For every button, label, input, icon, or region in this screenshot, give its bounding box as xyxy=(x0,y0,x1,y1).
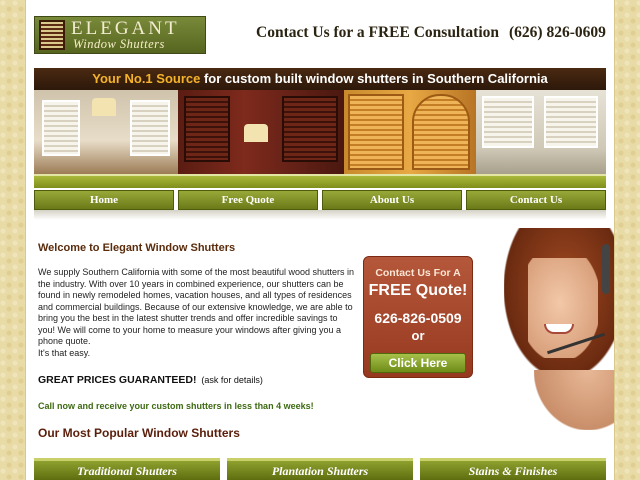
banner-tagline: Your No.1 Source for custom built window… xyxy=(34,68,606,90)
price-guarantee: GREAT PRICES GUARANTEED! (ask for detail… xyxy=(38,374,338,386)
banner-photo-amber-shutters xyxy=(344,90,476,174)
agent-shoulder xyxy=(534,370,614,430)
quote-box-phone: 626-826-0509 xyxy=(374,310,462,326)
window-shutter-graphic xyxy=(42,100,80,156)
agent-face xyxy=(528,258,598,358)
window-shutter-graphic xyxy=(184,96,230,162)
nav-shadow xyxy=(34,210,606,220)
free-quote-box: Contact Us For A FREE Quote! 626-826-050… xyxy=(363,256,473,378)
arched-shutter-graphic xyxy=(412,94,470,170)
window-shutter-graphic xyxy=(348,94,404,170)
banner-stripe xyxy=(34,174,606,188)
page-container: ELEGANT Window Shutters Contact Us for a… xyxy=(26,0,614,480)
headset-icon xyxy=(602,244,610,294)
window-shutter-graphic xyxy=(544,96,598,148)
quote-box-line1: Contact Us For A xyxy=(375,267,461,279)
customer-service-photo xyxy=(484,224,614,430)
intro-text: We supply Southern California with some … xyxy=(38,267,354,346)
header-contact: Contact Us for a FREE Consultation (626) … xyxy=(256,24,608,42)
call-now-text: Call now and receive your custom shutter… xyxy=(38,401,314,411)
banner-photo-white-shutters xyxy=(34,90,178,174)
category-plantation-shutters[interactable]: Plantation Shutters xyxy=(227,458,413,480)
category-traditional-shutters[interactable]: Traditional Shutters xyxy=(34,458,220,480)
intro-paragraph: We supply Southern California with some … xyxy=(38,267,356,359)
banner-photo-kitchen-shutters xyxy=(476,90,606,174)
popular-shutters-heading: Our Most Popular Window Shutters xyxy=(38,426,240,440)
nav-home[interactable]: Home xyxy=(34,190,174,210)
category-stains-finishes[interactable]: Stains & Finishes xyxy=(420,458,606,480)
guarantee-text: GREAT PRICES GUARANTEED! xyxy=(38,374,197,386)
intro-easy: It's that easy. xyxy=(38,347,91,358)
quote-box-line2: FREE Quote! xyxy=(368,282,468,299)
contact-phone: (626) 826-0609 xyxy=(509,24,606,41)
shutter-logo-icon xyxy=(39,20,65,50)
welcome-heading: Welcome to Elegant Window Shutters xyxy=(38,242,236,254)
window-shutter-graphic xyxy=(482,96,534,148)
window-shutter-graphic xyxy=(282,96,338,162)
contact-text: Contact Us for a FREE Consultation xyxy=(256,24,499,41)
logo[interactable]: ELEGANT Window Shutters xyxy=(34,16,206,54)
hero-banner: Your No.1 Source for custom built window… xyxy=(34,68,606,174)
logo-subtitle: Window Shutters xyxy=(73,37,165,51)
banner-photo-dark-shutters xyxy=(178,90,344,174)
tagline-rest: for custom built window shutters in Sout… xyxy=(200,71,548,86)
nav-contact-us[interactable]: Contact Us xyxy=(466,190,606,210)
quote-box-or: or xyxy=(411,328,425,343)
window-shutter-graphic xyxy=(130,100,170,156)
lamp-graphic xyxy=(244,124,268,142)
main-nav: Home Free Quote About Us Contact Us xyxy=(34,190,606,210)
click-here-button[interactable]: Click Here xyxy=(370,353,466,373)
tagline-highlight: Your No.1 Source xyxy=(92,71,201,86)
chandelier-graphic xyxy=(92,98,116,116)
nav-about-us[interactable]: About Us xyxy=(322,190,462,210)
nav-free-quote[interactable]: Free Quote xyxy=(178,190,318,210)
guarantee-details: (ask for details) xyxy=(201,375,263,385)
